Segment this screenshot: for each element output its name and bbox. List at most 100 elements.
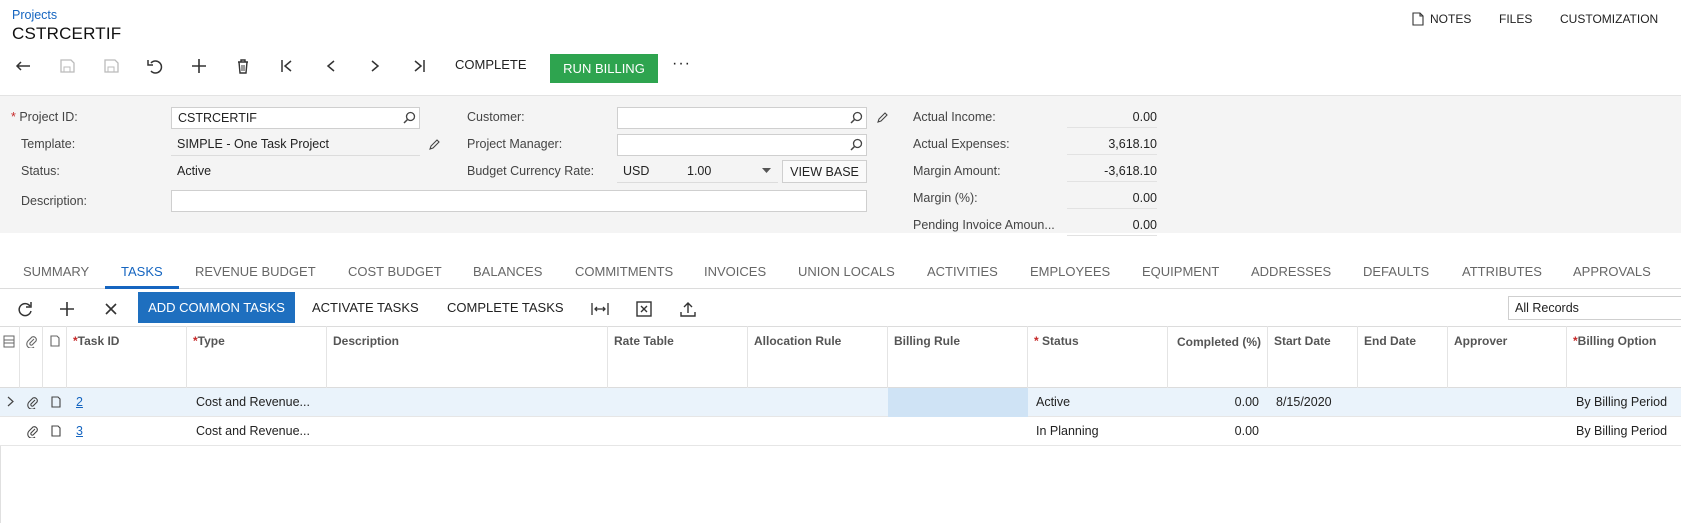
margin-pct-value: 0.00 bbox=[1067, 191, 1157, 209]
task-type-cell[interactable]: Cost and Revenue... bbox=[196, 395, 310, 409]
search-icon[interactable] bbox=[850, 138, 863, 151]
project-id-field[interactable]: CSTRCERTIF bbox=[171, 107, 420, 129]
add-row-icon[interactable] bbox=[56, 298, 78, 320]
tab-defaults[interactable]: DEFAULTS bbox=[1363, 264, 1429, 279]
column-approver[interactable]: Approver bbox=[1448, 326, 1567, 388]
previous-record-icon[interactable] bbox=[320, 55, 342, 77]
last-record-icon[interactable] bbox=[408, 55, 430, 77]
search-icon[interactable] bbox=[403, 111, 416, 124]
actual-income-value: 0.00 bbox=[1067, 110, 1157, 128]
customization-link[interactable]: CUSTOMIZATION bbox=[1560, 12, 1658, 26]
task-completed-cell[interactable]: 0.00 bbox=[1168, 395, 1259, 409]
grid-border bbox=[0, 446, 1, 523]
save-icon[interactable] bbox=[100, 55, 122, 77]
task-id-link[interactable]: 2 bbox=[76, 395, 83, 409]
tab-summary[interactable]: SUMMARY bbox=[23, 264, 89, 279]
column-status[interactable]: * Status bbox=[1028, 326, 1168, 388]
back-arrow-icon[interactable] bbox=[12, 55, 34, 77]
notes-link[interactable]: NOTES bbox=[1430, 12, 1471, 26]
search-icon[interactable] bbox=[850, 111, 863, 124]
refresh-icon[interactable] bbox=[14, 298, 36, 320]
breadcrumb-projects[interactable]: Projects bbox=[12, 8, 57, 22]
project-manager-field[interactable] bbox=[617, 134, 867, 156]
column-billing-option[interactable]: *Billing Option bbox=[1567, 326, 1681, 388]
tab-equipment[interactable]: EQUIPMENT bbox=[1142, 264, 1219, 279]
complete-tasks-button[interactable]: COMPLETE TASKS bbox=[447, 300, 564, 315]
task-billing-option-cell[interactable]: By Billing Period bbox=[1576, 395, 1667, 409]
project-id-label: * Project ID: bbox=[11, 110, 78, 124]
column-billing-rule[interactable]: Billing Rule bbox=[888, 326, 1028, 388]
task-completed-cell[interactable]: 0.00 bbox=[1168, 424, 1259, 438]
task-type-cell[interactable]: Cost and Revenue... bbox=[196, 424, 310, 438]
add-icon[interactable] bbox=[188, 55, 210, 77]
tab-union-locals[interactable]: UNION LOCALS bbox=[798, 264, 895, 279]
files-link[interactable]: FILES bbox=[1499, 12, 1532, 26]
more-actions-button[interactable]: ··· bbox=[672, 55, 691, 73]
task-status-cell[interactable]: Active bbox=[1036, 395, 1070, 409]
tab-employees[interactable]: EMPLOYEES bbox=[1030, 264, 1110, 279]
note-icon[interactable] bbox=[51, 396, 61, 408]
tab-invoices[interactable]: INVOICES bbox=[704, 264, 766, 279]
customer-field[interactable] bbox=[617, 107, 867, 129]
upload-icon[interactable] bbox=[677, 298, 699, 320]
tab-tasks[interactable]: TASKS bbox=[121, 264, 163, 279]
export-excel-icon[interactable] bbox=[633, 298, 655, 320]
task-start-date-cell[interactable]: 8/15/2020 bbox=[1276, 395, 1332, 409]
customer-label: Customer: bbox=[467, 110, 525, 124]
task-status-cell[interactable]: In Planning bbox=[1036, 424, 1099, 438]
tab-addresses[interactable]: ADDRESSES bbox=[1251, 264, 1331, 279]
pending-invoice-label: Pending Invoice Amoun... bbox=[913, 218, 1055, 232]
margin-amount-value: -3,618.10 bbox=[1067, 164, 1157, 182]
column-description[interactable]: Description bbox=[327, 326, 608, 388]
status-value: Active bbox=[177, 164, 212, 178]
delete-row-icon[interactable] bbox=[100, 298, 122, 320]
next-record-icon[interactable] bbox=[364, 55, 386, 77]
paperclip-icon[interactable] bbox=[27, 425, 38, 438]
edit-pencil-icon[interactable] bbox=[428, 138, 441, 151]
actual-expenses-value: 3,618.10 bbox=[1067, 137, 1157, 155]
column-completed[interactable]: Completed (%) bbox=[1168, 326, 1268, 388]
chevron-right-icon[interactable] bbox=[7, 396, 14, 407]
paperclip-icon[interactable] bbox=[27, 396, 38, 409]
tab-attributes[interactable]: ATTRIBUTES bbox=[1462, 264, 1542, 279]
fit-columns-icon[interactable] bbox=[589, 298, 611, 320]
template-field[interactable]: SIMPLE - One Task Project bbox=[171, 134, 420, 156]
row-options-header[interactable] bbox=[0, 326, 20, 388]
records-filter-select[interactable]: All Records bbox=[1508, 296, 1681, 320]
complete-button[interactable]: COMPLETE bbox=[455, 57, 527, 72]
add-common-tasks-button[interactable]: ADD COMMON TASKS bbox=[138, 292, 295, 323]
tab-activities[interactable]: ACTIVITIES bbox=[927, 264, 998, 279]
tab-cost-budget[interactable]: COST BUDGET bbox=[348, 264, 442, 279]
project-manager-label: Project Manager: bbox=[467, 137, 563, 151]
billing-rule-cell-selected[interactable] bbox=[888, 388, 1028, 417]
column-task-id[interactable]: *Task ID bbox=[67, 326, 187, 388]
column-allocation-rule[interactable]: Allocation Rule bbox=[748, 326, 888, 388]
task-id-link[interactable]: 3 bbox=[76, 424, 83, 438]
paperclip-icon bbox=[26, 335, 37, 348]
note-icon[interactable] bbox=[51, 425, 61, 437]
description-field[interactable] bbox=[171, 190, 867, 212]
task-billing-option-cell[interactable]: By Billing Period bbox=[1576, 424, 1667, 438]
edit-pencil-icon[interactable] bbox=[876, 111, 889, 124]
column-start-date[interactable]: Start Date bbox=[1268, 326, 1358, 388]
column-end-date[interactable]: End Date bbox=[1358, 326, 1448, 388]
tab-approvals[interactable]: APPROVALS bbox=[1573, 264, 1651, 279]
undo-icon[interactable] bbox=[144, 55, 166, 77]
tab-commitments[interactable]: COMMITMENTS bbox=[575, 264, 673, 279]
delete-icon[interactable] bbox=[232, 55, 254, 77]
tab-balances[interactable]: BALANCES bbox=[473, 264, 542, 279]
column-type[interactable]: *Type bbox=[187, 326, 327, 388]
note-header bbox=[43, 326, 67, 388]
margin-amount-label: Margin Amount: bbox=[913, 164, 1001, 178]
save-close-icon[interactable] bbox=[56, 55, 78, 77]
activate-tasks-button[interactable]: ACTIVATE TASKS bbox=[312, 300, 419, 315]
chevron-down-icon[interactable] bbox=[762, 168, 771, 174]
tab-revenue-budget[interactable]: REVENUE BUDGET bbox=[195, 264, 316, 279]
attachment-header bbox=[20, 326, 43, 388]
active-tab-indicator bbox=[105, 286, 179, 289]
run-billing-button[interactable]: RUN BILLING bbox=[550, 54, 658, 83]
pending-invoice-value: 0.00 bbox=[1067, 218, 1157, 236]
view-base-button[interactable]: VIEW BASE bbox=[782, 160, 867, 183]
first-record-icon[interactable] bbox=[276, 55, 298, 77]
column-rate-table[interactable]: Rate Table bbox=[608, 326, 748, 388]
